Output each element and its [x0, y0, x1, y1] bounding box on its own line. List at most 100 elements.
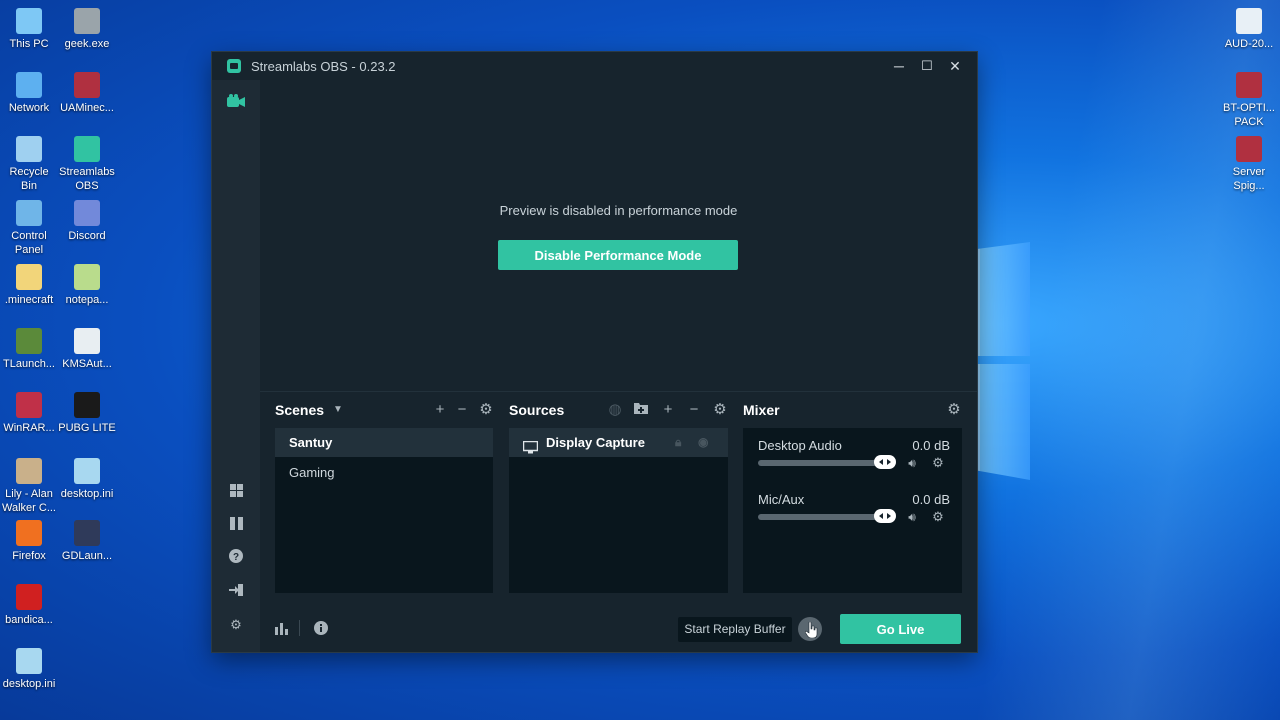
desktop-icon-notepad[interactable]: notepa... — [58, 264, 116, 307]
maximize-button[interactable]: ☐ — [915, 56, 939, 76]
help-icon[interactable]: ? — [226, 549, 246, 569]
channel-level: 0.0 dB — [912, 492, 950, 507]
add-scene-button[interactable]: + — [432, 402, 448, 418]
desktop-icon-label: Server Spig... — [1232, 166, 1266, 192]
speaker-icon[interactable]: 🔊︎ — [904, 509, 920, 525]
desktop-icon-firefox[interactable]: Firefox — [0, 520, 58, 563]
desktop-icon-tlauncher[interactable]: TLaunch... — [0, 328, 58, 371]
svg-text:?: ? — [233, 552, 239, 563]
desktop-icon-file[interactable]: KMSAut... — [58, 328, 116, 371]
login-icon[interactable] — [226, 582, 246, 602]
desktop-icon-label: Discord — [68, 230, 106, 242]
visibility-eye-icon[interactable]: ◉ — [698, 428, 708, 457]
scene-item-gaming[interactable]: Gaming — [275, 458, 493, 487]
desktop-icon-exe[interactable]: geek.exe — [58, 8, 116, 51]
desktop-icon-folder[interactable]: .minecraft — [0, 264, 58, 307]
desktop-icon-label: BT-OPTI... PACK — [1223, 102, 1275, 128]
desktop-icon-control-panel[interactable]: Control Panel — [0, 200, 58, 257]
replay-buffer-button[interactable] — [798, 617, 822, 641]
mixer-header: Mixer — [743, 402, 780, 418]
desktop-icon-network[interactable]: Network — [0, 72, 58, 115]
slider-handle[interactable] — [874, 455, 896, 469]
winrar-archive-icon — [1236, 136, 1262, 162]
channel-settings-gear-icon[interactable]: ⚙ — [930, 455, 946, 471]
source-item-display-capture[interactable]: Display Capture 🔒︎ ◉ — [509, 428, 728, 457]
scene-settings-gear-icon[interactable]: ⚙ — [478, 402, 494, 418]
scenes-dropdown-chevron-icon[interactable]: ▼ — [330, 402, 346, 418]
desktop-icon-video[interactable]: Lily - Alan Walker C... — [0, 458, 58, 515]
control-panel-icon — [16, 200, 42, 226]
file-icon — [74, 328, 100, 354]
desktop-icon-label: desktop.ini — [2, 678, 56, 690]
desktop-icon-winrar[interactable]: WinRAR... — [0, 392, 58, 435]
desktop-icon-label: Lily - Alan Walker C... — [2, 488, 56, 514]
exe-icon — [74, 8, 100, 34]
mixer-panel: Desktop Audio 0.0 dB 🔊︎ ⚙ Mic/Aux 0.0 dB… — [743, 428, 962, 593]
desktop-icon-recycle-bin[interactable]: Recycle Bin — [0, 136, 58, 193]
network-icon — [16, 72, 42, 98]
studio-mode-icon[interactable] — [226, 516, 246, 536]
speaker-icon[interactable]: 🔊︎ — [904, 455, 920, 471]
studio-camera-icon[interactable] — [227, 94, 245, 108]
add-folder-icon[interactable] — [633, 402, 649, 418]
footer-bar: Start Replay Buffer Go Live — [260, 607, 977, 652]
lock-icon[interactable]: 🔒︎ — [675, 428, 681, 457]
side-nav: ? ⚙ — [212, 80, 260, 652]
desktop-icon-audio-file[interactable]: AUD-20... — [1220, 8, 1278, 51]
desktop-icon-settings-file[interactable]: desktop.ini — [58, 458, 116, 501]
mixer-settings-gear-icon[interactable]: ⚙ — [946, 402, 962, 418]
desktop-icon-computer[interactable]: This PC — [0, 8, 58, 51]
channel-name: Mic/Aux — [758, 492, 805, 507]
source-settings-gear-icon[interactable]: ⚙ — [712, 402, 728, 418]
streamlabs-app-icon — [227, 59, 241, 73]
settings-gear-icon[interactable]: ⚙ — [226, 615, 246, 635]
desktop-icon-label: UAMinec... — [60, 102, 114, 114]
desktop-icon-label: Streamlabs OBS — [59, 166, 115, 192]
channel-name: Desktop Audio — [758, 438, 842, 453]
desktop-icon-pubg[interactable]: PUBG LITE — [58, 392, 116, 435]
desktop-icon-winrar-archive[interactable]: BT-OPTI... PACK — [1220, 72, 1278, 129]
desktop-icon-label: geek.exe — [64, 38, 110, 50]
remove-scene-button[interactable]: − — [454, 402, 470, 418]
streamlabs-icon — [74, 136, 100, 162]
desktop-icon-bandicam[interactable]: bandica... — [0, 584, 58, 627]
pubg-icon — [74, 392, 100, 418]
desktop-icon-winrar-archive[interactable]: Server Spig... — [1220, 136, 1278, 193]
channel-settings-gear-icon[interactable]: ⚙ — [930, 509, 946, 525]
source-label: Display Capture — [546, 435, 645, 450]
volume-slider[interactable] — [758, 509, 896, 523]
bandicam-icon — [16, 584, 42, 610]
go-live-button[interactable]: Go Live — [840, 614, 961, 644]
close-button[interactable]: ✕ — [943, 56, 967, 76]
title-bar[interactable]: Streamlabs OBS - 0.23.2 ─ ☐ ✕ — [212, 52, 977, 80]
layout-editor-icon[interactable] — [226, 483, 246, 503]
computer-icon — [16, 8, 42, 34]
desktop-icon-settings-file[interactable]: desktop.ini — [0, 648, 58, 691]
minimize-button[interactable]: ─ — [887, 56, 911, 76]
add-source-button[interactable]: + — [660, 402, 676, 418]
slider-handle[interactable] — [874, 509, 896, 523]
settings-file-icon — [16, 648, 42, 674]
remove-source-button[interactable]: − — [686, 402, 702, 418]
performance-stats-icon[interactable] — [275, 622, 288, 640]
info-icon[interactable] — [314, 621, 328, 640]
disable-performance-mode-button[interactable]: Disable Performance Mode — [498, 240, 738, 270]
volume-slider[interactable] — [758, 455, 896, 469]
replay-buffer-tooltip: Start Replay Buffer — [678, 617, 792, 642]
hand-cursor-icon — [804, 621, 819, 643]
recycle-bin-icon — [16, 136, 42, 162]
scene-item-santuy[interactable]: Santuy — [275, 428, 493, 457]
desktop-icon-discord[interactable]: Discord — [58, 200, 116, 243]
preview-disabled-message: Preview is disabled in performance mode — [499, 203, 738, 218]
source-selector-icon[interactable]: ◍ — [607, 402, 623, 418]
folder-icon — [16, 264, 42, 290]
gdlauncher-icon — [74, 520, 100, 546]
monitor-icon — [522, 435, 539, 454]
desktop-icon-winrar-archive[interactable]: UAMinec... — [58, 72, 116, 115]
desktop-icon-label: GDLaun... — [61, 550, 113, 562]
tlauncher-icon — [16, 328, 42, 354]
desktop-icon-label: .minecraft — [4, 294, 54, 306]
notepad-icon — [74, 264, 100, 290]
desktop-icon-streamlabs[interactable]: Streamlabs OBS — [58, 136, 116, 193]
desktop-icon-gdlauncher[interactable]: GDLaun... — [58, 520, 116, 563]
